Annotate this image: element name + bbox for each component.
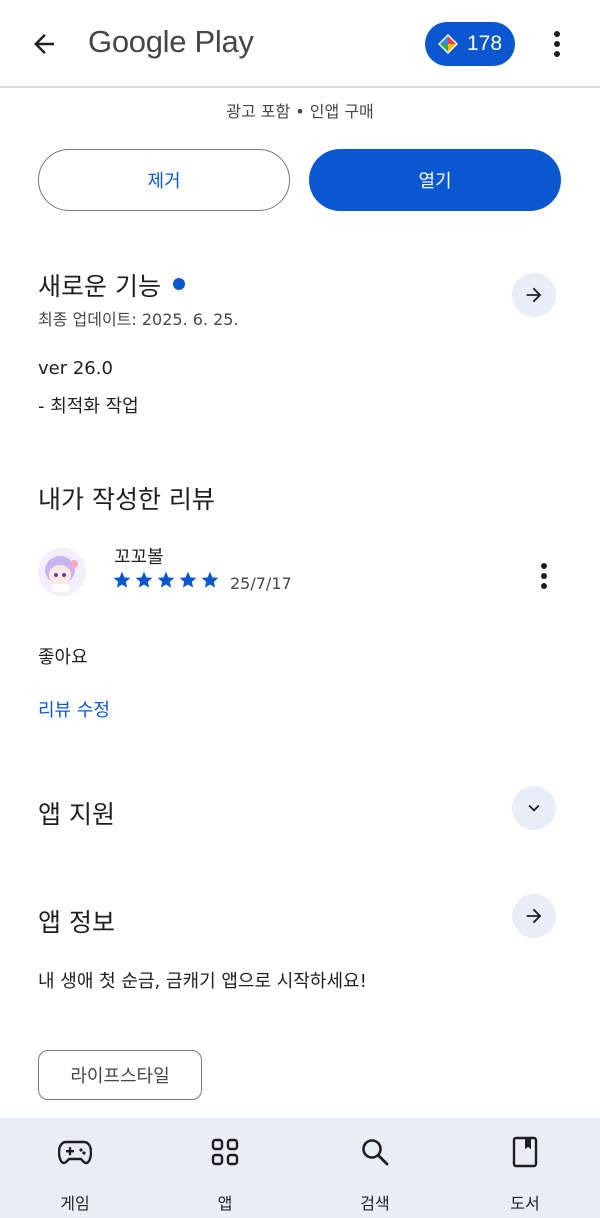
play-points-badge[interactable]: 178 <box>425 22 515 66</box>
more-vert-icon <box>554 31 560 57</box>
bottom-navigation: 게임 앱 검색 도서 <box>0 1118 600 1218</box>
star-icon <box>157 571 175 588</box>
last-updated: 최종 업데이트: 2025. 6. 25. <box>38 310 239 329</box>
star-icon <box>179 571 197 588</box>
top-app-bar: Google Play 178 <box>0 0 600 88</box>
star-icon <box>135 571 153 588</box>
app-description: 내 생애 첫 순금, 금캐기 앱으로 시작하세요! <box>38 971 367 992</box>
review-date: 25/7/17 <box>230 574 292 593</box>
version-text: ver 26.0 <box>38 358 113 379</box>
search-icon <box>362 1139 389 1166</box>
reviewer-name: 꼬꼬볼 <box>114 547 164 568</box>
nav-label: 게임 <box>60 1194 90 1213</box>
app-info-arrow-button[interactable] <box>512 894 556 938</box>
star-icon <box>113 571 131 588</box>
avatar-illustration <box>38 548 86 596</box>
review-text: 좋아요 <box>38 647 88 668</box>
arrow-forward-icon <box>526 908 542 924</box>
category-chip[interactable]: 라이프스타일 <box>38 1050 202 1100</box>
app-support-heading: 앱 지원 <box>38 800 115 829</box>
play-points-icon <box>438 34 458 54</box>
star-rating <box>112 570 220 590</box>
more-vert-icon <box>541 563 547 589</box>
book-icon <box>512 1136 538 1168</box>
app-support-expand-button[interactable] <box>512 786 556 830</box>
nav-label: 도서 <box>510 1194 540 1213</box>
whats-new-arrow-button[interactable] <box>512 273 556 317</box>
release-note: - 최적화 작업 <box>38 396 139 417</box>
points-count: 178 <box>467 32 503 55</box>
uninstall-button[interactable]: 제거 <box>38 149 290 211</box>
app-info-heading: 앱 정보 <box>38 908 115 937</box>
nav-label: 앱 <box>217 1194 233 1213</box>
page-title: Google Play <box>88 24 254 59</box>
ads-iap-info: 광고 포함 • 인앱 구매 <box>226 102 374 121</box>
whats-new-heading: 새로운 기능 <box>38 267 185 303</box>
review-options-button[interactable] <box>527 558 561 594</box>
avatar <box>38 548 86 596</box>
back-button[interactable] <box>26 26 62 62</box>
open-button[interactable]: 열기 <box>309 149 561 211</box>
nav-books[interactable]: 도서 <box>450 1118 600 1218</box>
more-options-button[interactable] <box>540 26 574 62</box>
arrow-forward-icon <box>526 287 542 303</box>
star-icon <box>201 571 219 588</box>
nav-search[interactable]: 검색 <box>300 1118 450 1218</box>
arrow-back-icon <box>34 34 54 54</box>
nav-label: 검색 <box>360 1194 390 1213</box>
nav-apps[interactable]: 앱 <box>150 1118 300 1218</box>
new-indicator-dot <box>172 278 185 290</box>
edit-review-link[interactable]: 리뷰 수정 <box>38 696 110 722</box>
my-review-heading: 내가 작성한 리뷰 <box>38 485 215 514</box>
apps-grid-icon <box>211 1138 239 1166</box>
gamepad-icon <box>58 1140 92 1165</box>
whats-new-title: 새로운 기능 <box>38 272 161 301</box>
chevron-down-icon <box>528 804 540 812</box>
nav-games[interactable]: 게임 <box>0 1118 150 1218</box>
